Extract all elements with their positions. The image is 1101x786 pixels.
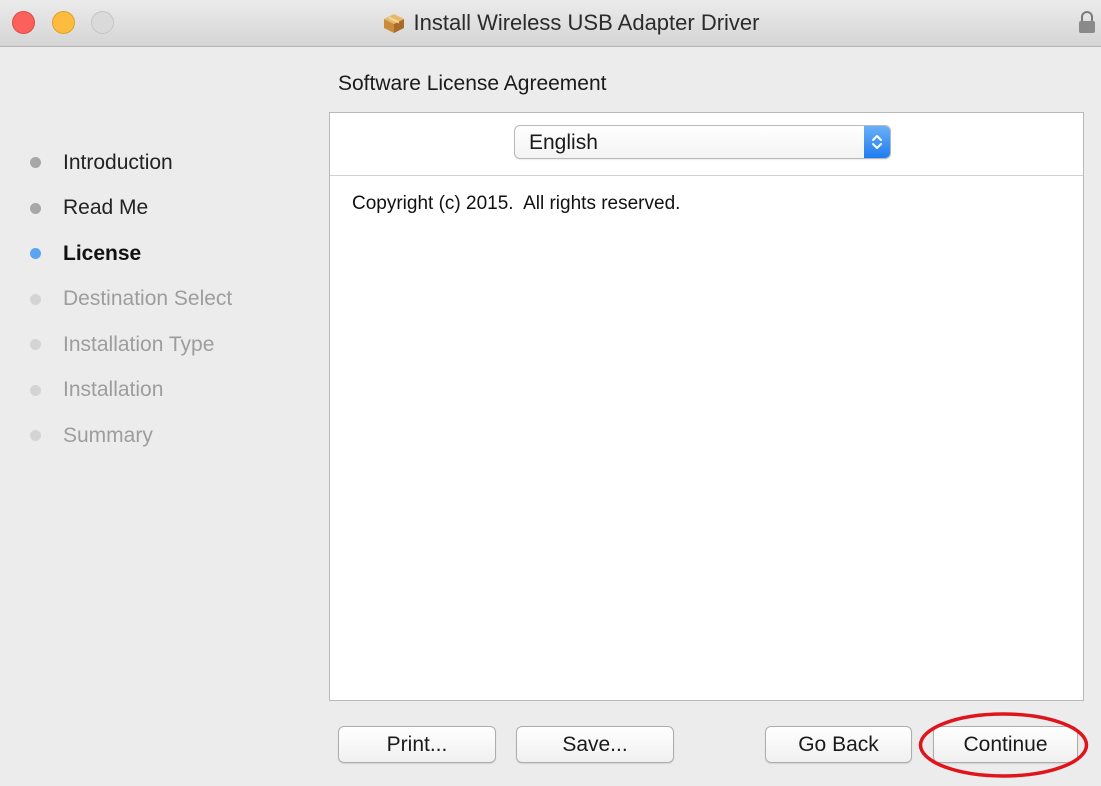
step-destination-select: Destination Select [30,277,310,323]
step-label: Introduction [63,150,173,174]
step-label: Read Me [63,196,149,220]
save-button[interactable]: Save... [516,726,674,763]
step-license: License [30,231,310,277]
installer-steps-sidebar: Introduction Read Me License Destination… [30,140,310,459]
window-title-group: Install Wireless USB Adapter Driver [0,0,1101,46]
step-installation: Installation [30,368,310,414]
step-label: Summary [63,423,153,447]
step-installation-type: Installation Type [30,322,310,368]
continue-button[interactable]: Continue [933,726,1078,763]
popup-arrows-icon[interactable] [864,126,890,158]
lock-icon [1079,11,1095,33]
step-summary: Summary [30,413,310,459]
step-label: Installation Type [63,332,215,356]
step-dot-icon [30,430,41,442]
step-label: Installation [63,378,164,402]
step-label: License [63,241,142,265]
language-bar: English [330,113,1083,176]
step-label: Destination Select [63,287,233,311]
step-dot-icon [30,339,41,351]
page-title: Software License Agreement [338,72,607,95]
step-dot-icon [30,157,41,169]
step-dot-icon [30,384,41,396]
print-button[interactable]: Print... [338,726,496,763]
language-select[interactable]: English [514,125,891,159]
step-read-me: Read Me [30,186,310,232]
package-icon [383,14,404,33]
step-introduction: Introduction [30,140,310,186]
current-step-dot-icon [30,248,41,260]
installer-window: Install Wireless USB Adapter Driver Intr… [0,0,1101,786]
window-title: Install Wireless USB Adapter Driver [413,10,760,35]
step-dot-icon [30,202,41,214]
license-text: Copyright (c) 2015. All rights reserved. [352,193,681,214]
language-select-value: English [529,131,598,154]
go-back-button[interactable]: Go Back [765,726,912,763]
license-panel: English Copyright (c) 2015. All rights r… [329,112,1084,701]
title-bar[interactable]: Install Wireless USB Adapter Driver [0,0,1101,47]
step-dot-icon [30,293,41,305]
